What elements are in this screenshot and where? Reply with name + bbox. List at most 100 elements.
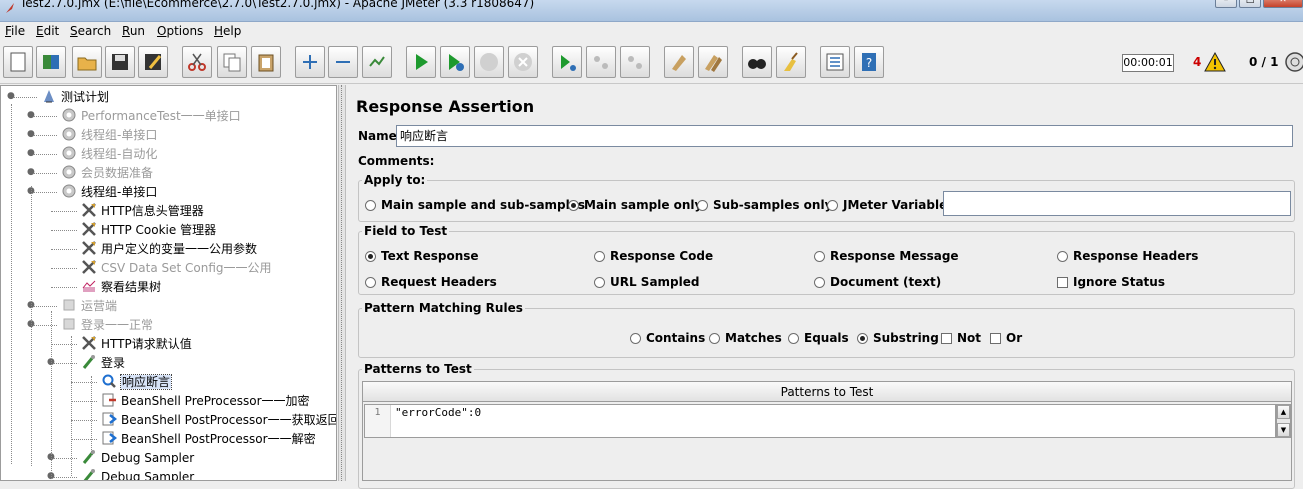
menu-search[interactable]: Search — [70, 24, 111, 38]
tree-node[interactable]: HTTP Cookie 管理器 — [81, 221, 216, 240]
templates-button[interactable] — [36, 46, 66, 78]
config-tool-icon — [82, 336, 96, 350]
tree-node[interactable]: 线程组-单接口 — [61, 126, 157, 145]
toggle-button[interactable] — [362, 46, 392, 78]
tree-node[interactable]: 线程组-自动化 — [61, 145, 157, 164]
not-checkbox[interactable]: Not — [941, 331, 981, 345]
maximize-button[interactable]: □ — [1239, 0, 1261, 8]
radio-contains[interactable]: Contains — [630, 331, 705, 345]
tree-node[interactable]: BeanShell PreProcessor一一加密 — [101, 392, 310, 411]
tree-node[interactable]: BeanShell PostProcessor一一获取返回 — [101, 411, 336, 430]
save-as-button[interactable] — [138, 46, 168, 78]
comments-input[interactable] — [425, 150, 1293, 172]
tree-expand-toggle[interactable]: ● — [27, 167, 35, 177]
close-button[interactable]: ✕ — [1263, 0, 1303, 8]
expand-button[interactable] — [295, 46, 325, 78]
shutdown-button[interactable] — [508, 46, 538, 78]
radio-indicator — [365, 251, 376, 262]
editor-scrollbar[interactable]: ▲ ▼ — [1276, 404, 1291, 438]
tree-node[interactable]: HTTP信息头管理器 — [81, 202, 204, 221]
tree-node[interactable]: 登录一一正常 — [61, 316, 153, 335]
tree-node[interactable]: Debug Sampler — [81, 449, 194, 468]
tree-node-label: 登录一一正常 — [81, 318, 154, 332]
name-input[interactable]: 响应断言 — [396, 125, 1293, 147]
radio-response-code[interactable]: Response Code — [594, 249, 713, 263]
menu-options[interactable]: Options — [157, 24, 203, 38]
tree-node[interactable]: HTTP请求默认值 — [81, 335, 192, 354]
tree-expand-toggle[interactable]: ● — [27, 110, 35, 120]
or-checkbox[interactable]: Or — [990, 331, 1022, 345]
radio-main-and-sub[interactable]: Main sample and sub-samples — [365, 198, 585, 212]
radio-substring[interactable]: Substring — [857, 331, 939, 345]
tree-node[interactable]: Debug Sampler — [81, 468, 194, 480]
patterns-column-header[interactable]: Patterns to Test — [363, 382, 1291, 402]
test-plan-tree[interactable]: 测试计划 ● PerformanceTest一一单接口 ● 线程组-单接口 ● 线程组-自动… — [0, 85, 337, 481]
tree-expand-toggle[interactable]: ● — [27, 129, 35, 139]
jmeter-variable-input[interactable] — [943, 191, 1291, 216]
function-helper-button[interactable] — [820, 46, 850, 78]
scroll-up-arrow[interactable]: ▲ — [1277, 405, 1290, 419]
open-button[interactable] — [72, 46, 102, 78]
radio-text-response[interactable]: Text Response — [365, 249, 479, 263]
tree-node[interactable]: 会员数据准备 — [61, 164, 153, 183]
remote-stop-button[interactable] — [586, 46, 616, 78]
clear-all-button[interactable] — [698, 46, 728, 78]
radio-sub-only[interactable]: Sub-samples only — [697, 198, 832, 212]
tree-node[interactable]: CSV Data Set Config一一公用 — [81, 259, 272, 278]
radio-matches[interactable]: Matches — [709, 331, 782, 345]
active-threads: 0 / 1 — [1249, 55, 1279, 69]
radio-main-only[interactable]: Main sample only — [568, 198, 702, 212]
paste-button[interactable] — [251, 46, 281, 78]
menu-file[interactable]: File — [5, 24, 25, 38]
clear-button[interactable] — [664, 46, 694, 78]
radio-equals[interactable]: Equals — [788, 331, 849, 345]
menu-edit[interactable]: Edit — [36, 24, 59, 38]
tree-node[interactable]: 线程组-单接口 — [61, 183, 157, 202]
tree-expand-toggle[interactable]: ● — [7, 91, 15, 101]
window-title: Test2.7.0.jmx (E:\file\Ecommerce\2.7.0\T… — [20, 0, 535, 10]
save-button[interactable] — [105, 46, 135, 78]
help-button[interactable]: ? — [854, 46, 884, 78]
tree-node[interactable]: 响应断言 — [101, 373, 173, 392]
pane-splitter[interactable] — [338, 85, 346, 481]
start-no-pause-button[interactable] — [440, 46, 470, 78]
tree-connector — [11, 104, 12, 464]
radio-indicator — [1057, 251, 1068, 262]
radio-request-headers[interactable]: Request Headers — [365, 275, 497, 289]
config-tool-icon — [82, 222, 96, 236]
tree-node-label: HTTP Cookie 管理器 — [101, 223, 217, 237]
tree-node[interactable]: 用户定义的变量一一公用参数 — [81, 240, 257, 259]
search-button[interactable] — [742, 46, 772, 78]
stop-button[interactable] — [474, 46, 504, 78]
radio-response-message[interactable]: Response Message — [814, 249, 959, 263]
new-button[interactable] — [3, 46, 33, 78]
menu-run[interactable]: Run — [122, 24, 145, 38]
radio-jmeter-variable[interactable]: JMeter Variable — [827, 198, 947, 212]
cut-button[interactable] — [182, 46, 212, 78]
tree-node[interactable]: PerformanceTest一一单接口 — [61, 107, 241, 126]
copy-button[interactable] — [217, 46, 247, 78]
pattern-editor[interactable]: 1 "errorCode":0 — [364, 404, 1276, 438]
reset-search-button[interactable] — [776, 46, 806, 78]
tree-node[interactable]: 测试计划 — [41, 88, 109, 107]
tree-expand-toggle[interactable]: ● — [27, 148, 35, 158]
radio-url-sampled[interactable]: URL Sampled — [594, 275, 699, 289]
start-button[interactable] — [406, 46, 436, 78]
remote-shutdown-button[interactable] — [620, 46, 650, 78]
pattern-code[interactable]: "errorCode":0 — [395, 405, 481, 421]
radio-document-text[interactable]: Document (text) — [814, 275, 941, 289]
tree-node[interactable]: BeanShell PostProcessor一一解密 — [101, 430, 316, 449]
tree-node[interactable]: 登录 — [81, 354, 125, 373]
collapse-button[interactable] — [328, 46, 358, 78]
postprocessor-icon — [102, 431, 117, 445]
menu-help[interactable]: Help — [214, 24, 241, 38]
remote-start-button[interactable] — [552, 46, 582, 78]
panel-title: Response Assertion — [356, 97, 535, 116]
tree-node[interactable]: 察看结果树 — [81, 278, 161, 297]
scroll-down-arrow[interactable]: ▼ — [1277, 423, 1290, 437]
ignore-status-checkbox[interactable]: Ignore Status — [1057, 275, 1165, 289]
minimize-button[interactable]: – — [1215, 0, 1237, 8]
radio-response-headers[interactable]: Response Headers — [1057, 249, 1198, 263]
tree-node[interactable]: 运营端 — [61, 297, 117, 316]
warning-icon[interactable] — [1204, 52, 1226, 72]
